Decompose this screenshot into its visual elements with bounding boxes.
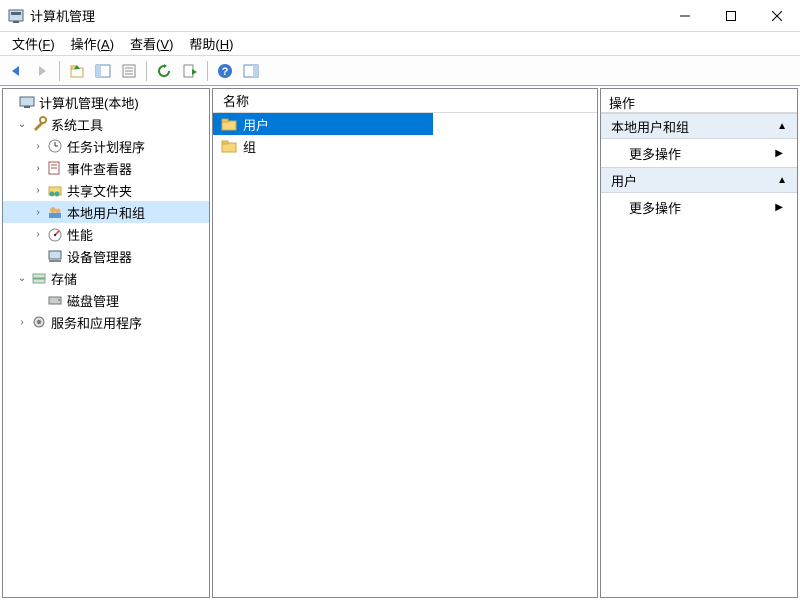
title-bar: 计算机管理 (0, 0, 800, 32)
collapse-icon: ▲ (777, 121, 787, 132)
expand-twisty-open[interactable]: ⌄ (15, 273, 29, 284)
up-button[interactable] (65, 59, 89, 83)
menu-file[interactable]: 文件(F) (4, 32, 63, 55)
actions-section-header[interactable]: 本地用户和组 ▲ (601, 113, 797, 139)
chevron-right-icon: ▶ (775, 202, 783, 213)
export-button[interactable] (178, 59, 202, 83)
main-area: 计算机管理(本地) ⌄ 系统工具 › 任务计划程序 › 事件查看器 › 共享文件… (0, 86, 800, 600)
list-item-label: 组 (243, 137, 256, 156)
menu-action[interactable]: 操作(A) (63, 32, 122, 55)
nav-back-button[interactable] (4, 59, 28, 83)
toolbar: ? (0, 56, 800, 86)
help-button[interactable]: ? (213, 59, 237, 83)
tree-label: 磁盘管理 (67, 291, 119, 310)
show-actions-pane-button[interactable] (239, 59, 263, 83)
actions-pane-title: 操作 (601, 89, 797, 113)
tree-label: 事件查看器 (67, 159, 132, 178)
window-title: 计算机管理 (30, 6, 662, 25)
folder-icon (221, 138, 237, 154)
tree-label: 计算机管理(本地) (39, 93, 139, 112)
tree-system-tools[interactable]: ⌄ 系统工具 (3, 113, 209, 135)
actions-pane: 操作 本地用户和组 ▲ 更多操作 ▶ 用户 ▲ 更多操作 ▶ (600, 88, 798, 598)
tree-pane: 计算机管理(本地) ⌄ 系统工具 › 任务计划程序 › 事件查看器 › 共享文件… (2, 88, 210, 598)
actions-section-header[interactable]: 用户 ▲ (601, 167, 797, 193)
console-tree: 计算机管理(本地) ⌄ 系统工具 › 任务计划程序 › 事件查看器 › 共享文件… (3, 89, 209, 335)
tree-disk-management[interactable]: 磁盘管理 (3, 289, 209, 311)
maximize-button[interactable] (708, 0, 754, 32)
storage-icon (31, 270, 47, 286)
tree-storage[interactable]: ⌄ 存储 (3, 267, 209, 289)
tree-event-viewer[interactable]: › 事件查看器 (3, 157, 209, 179)
menu-view[interactable]: 查看(V) (122, 32, 181, 55)
actions-more-link[interactable]: 更多操作 ▶ (601, 139, 797, 167)
toolbar-separator (207, 61, 208, 81)
close-button[interactable] (754, 0, 800, 32)
tree-label: 设备管理器 (67, 247, 132, 266)
tools-icon (31, 116, 47, 132)
tree-root[interactable]: 计算机管理(本地) (3, 91, 209, 113)
actions-more-link[interactable]: 更多操作 ▶ (601, 193, 797, 221)
tree-services-apps[interactable]: › 服务和应用程序 (3, 311, 209, 333)
computer-mgmt-icon (19, 94, 35, 110)
app-icon (8, 8, 24, 24)
collapse-icon: ▲ (777, 175, 787, 186)
list-pane: 名称 用户 组 (212, 88, 598, 598)
toolbar-separator (146, 61, 147, 81)
tree-label: 任务计划程序 (67, 137, 145, 156)
list-body: 用户 组 (213, 113, 433, 157)
toolbar-separator (59, 61, 60, 81)
tree-shared-folders[interactable]: › 共享文件夹 (3, 179, 209, 201)
refresh-button[interactable] (152, 59, 176, 83)
minimize-button[interactable] (662, 0, 708, 32)
expand-twisty[interactable]: › (15, 317, 29, 328)
event-viewer-icon (47, 160, 63, 176)
properties-button[interactable] (117, 59, 141, 83)
expand-twisty[interactable]: › (31, 207, 45, 218)
services-icon (31, 314, 47, 330)
expand-twisty[interactable]: › (31, 141, 45, 152)
window-controls (662, 0, 800, 32)
tree-local-users-groups[interactable]: › 本地用户和组 (3, 201, 209, 223)
tree-label: 本地用户和组 (67, 203, 145, 222)
actions-section-label: 用户 (611, 171, 637, 190)
folder-icon (221, 116, 237, 132)
expand-twisty[interactable]: › (31, 185, 45, 196)
actions-link-label: 更多操作 (629, 198, 681, 217)
device-manager-icon (47, 248, 63, 264)
users-groups-icon (47, 204, 63, 220)
svg-text:?: ? (222, 66, 229, 78)
chevron-right-icon: ▶ (775, 148, 783, 159)
nav-forward-button[interactable] (30, 59, 54, 83)
list-column-header-name[interactable]: 名称 (213, 89, 597, 113)
expand-twisty[interactable]: › (31, 229, 45, 240)
tree-label: 共享文件夹 (67, 181, 132, 200)
performance-icon (47, 226, 63, 242)
tree-device-manager[interactable]: 设备管理器 (3, 245, 209, 267)
tree-label: 性能 (67, 225, 93, 244)
clock-icon (47, 138, 63, 154)
expand-twisty[interactable]: › (31, 163, 45, 174)
list-item-groups[interactable]: 组 (213, 135, 433, 157)
expand-twisty-open[interactable]: ⌄ (15, 119, 29, 130)
list-item-label: 用户 (243, 115, 269, 134)
tree-performance[interactable]: › 性能 (3, 223, 209, 245)
show-hide-tree-button[interactable] (91, 59, 115, 83)
actions-section-label: 本地用户和组 (611, 117, 689, 136)
actions-link-label: 更多操作 (629, 144, 681, 163)
tree-label: 存储 (51, 269, 77, 288)
shared-folder-icon (47, 182, 63, 198)
menu-bar: 文件(F) 操作(A) 查看(V) 帮助(H) (0, 32, 800, 56)
menu-help[interactable]: 帮助(H) (181, 32, 241, 55)
list-item-users[interactable]: 用户 (213, 113, 433, 135)
disk-icon (47, 292, 63, 308)
tree-label: 服务和应用程序 (51, 313, 142, 332)
tree-task-scheduler[interactable]: › 任务计划程序 (3, 135, 209, 157)
tree-label: 系统工具 (51, 115, 103, 134)
